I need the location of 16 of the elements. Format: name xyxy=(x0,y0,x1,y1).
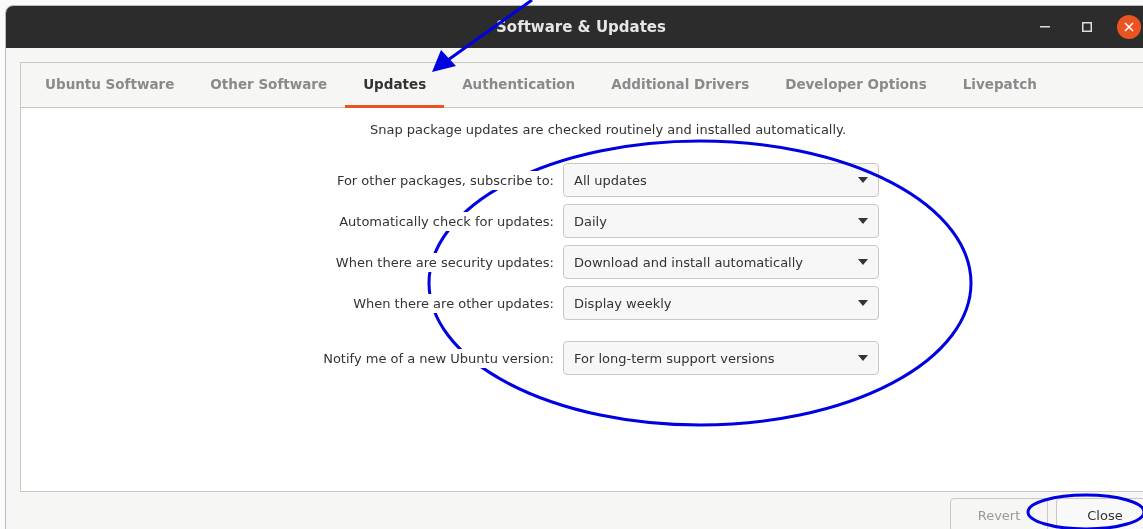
dropdown[interactable]: All updates xyxy=(563,163,879,197)
maximize-icon xyxy=(1082,22,1092,32)
minimize-icon xyxy=(1040,26,1050,28)
dropdown-caret-icon xyxy=(858,300,868,306)
dropdown-caret-icon xyxy=(858,355,868,361)
dropdown[interactable]: Download and install automatically xyxy=(563,245,879,279)
dropdown-caret-icon xyxy=(858,259,868,265)
window-title: Software & Updates xyxy=(496,18,666,36)
dropdown-caret-icon xyxy=(858,177,868,183)
close-icon xyxy=(1124,22,1134,32)
dropdown[interactable]: Display weekly xyxy=(563,286,879,320)
info-text: Snap package updates are checked routinely and installed automatically. xyxy=(368,122,848,137)
dropdown-caret-icon xyxy=(858,218,868,224)
dropdown[interactable]: Daily xyxy=(563,204,879,238)
dropdown[interactable]: For long-term support versions xyxy=(563,341,879,375)
close-window-button[interactable] xyxy=(1117,15,1141,39)
